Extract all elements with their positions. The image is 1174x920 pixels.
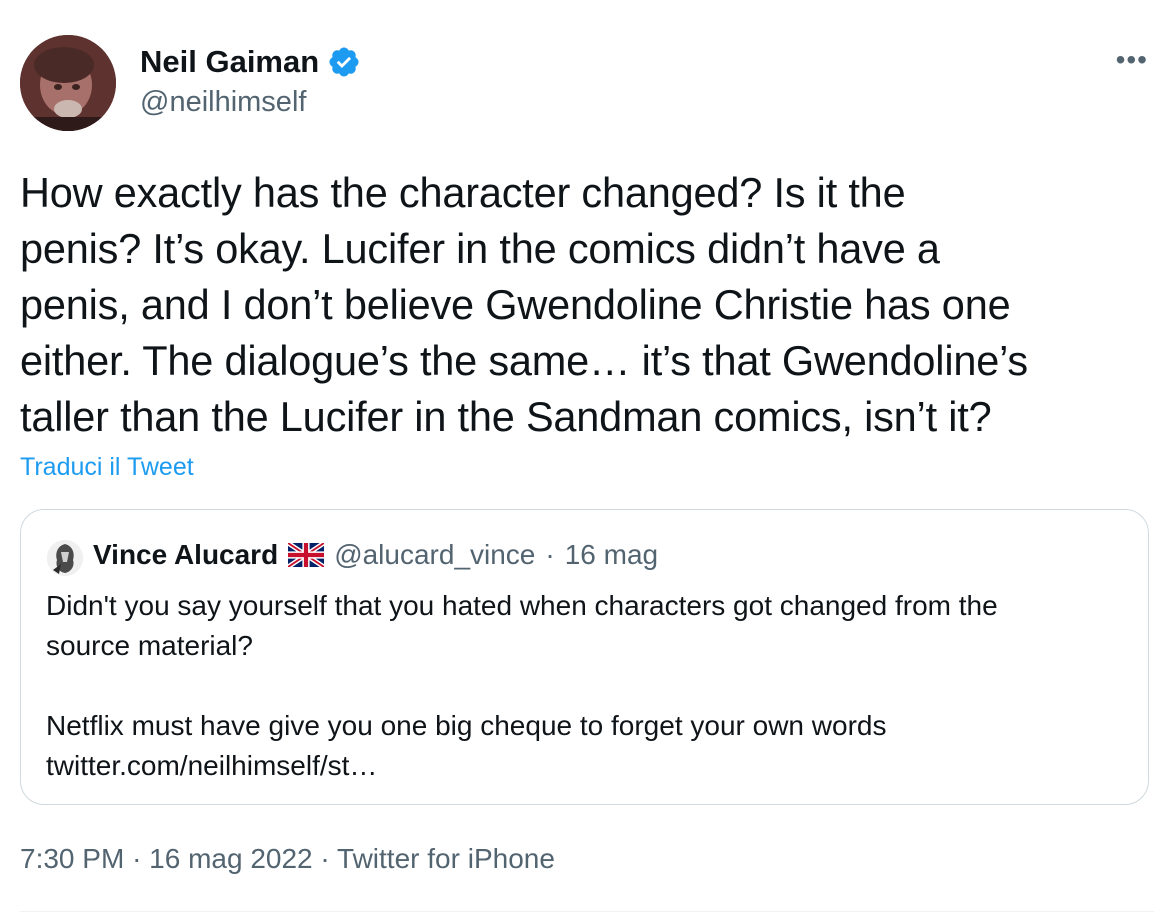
quoted-tweet-text: Didn't you say yourself that you hated w… (46, 590, 998, 781)
quoted-author-avatar (47, 540, 83, 576)
author-name-row[interactable]: Neil Gaiman (140, 43, 361, 81)
verified-badge-icon[interactable] (327, 45, 361, 79)
quoted-author-name: Vince Alucard (93, 539, 279, 570)
quoted-tweet-card[interactable]: Vince Alucard @alucard_vince · 16 mag Di… (20, 509, 1149, 805)
tweet-source-link[interactable]: Twitter for iPhone (337, 843, 555, 874)
more-horizontal-icon[interactable]: ••• (1116, 46, 1148, 74)
avatar-portrait-image (20, 35, 116, 131)
quoted-separator: · (545, 539, 555, 570)
quoted-header: Vince Alucard @alucard_vince · 16 mag (93, 536, 658, 574)
translate-tweet-link[interactable]: Traduci il Tweet (20, 451, 194, 483)
author-name[interactable]: Neil Gaiman (140, 43, 319, 81)
quoted-avatar-image (47, 540, 83, 576)
divider (20, 911, 1154, 912)
quoted-date: 16 mag (564, 539, 659, 570)
meta-separator: · (132, 843, 142, 874)
tweet-text: How exactly has the character changed? I… (20, 169, 1028, 440)
tweet-detail: Neil Gaiman @neilhimself ••• How exactly… (0, 0, 1174, 920)
uk-flag-icon (288, 543, 325, 567)
quoted-author-handle: @alucard_vince (334, 539, 536, 570)
author-handle[interactable]: @neilhimself (140, 84, 306, 120)
tweet-meta: 7:30 PM · 16 mag 2022 · Twitter for iPho… (20, 840, 555, 878)
meta-separator: · (320, 843, 330, 874)
author-avatar[interactable] (20, 35, 116, 131)
tweet-time[interactable]: 7:30 PM (20, 843, 124, 874)
tweet-date[interactable]: 16 mag 2022 (149, 843, 312, 874)
